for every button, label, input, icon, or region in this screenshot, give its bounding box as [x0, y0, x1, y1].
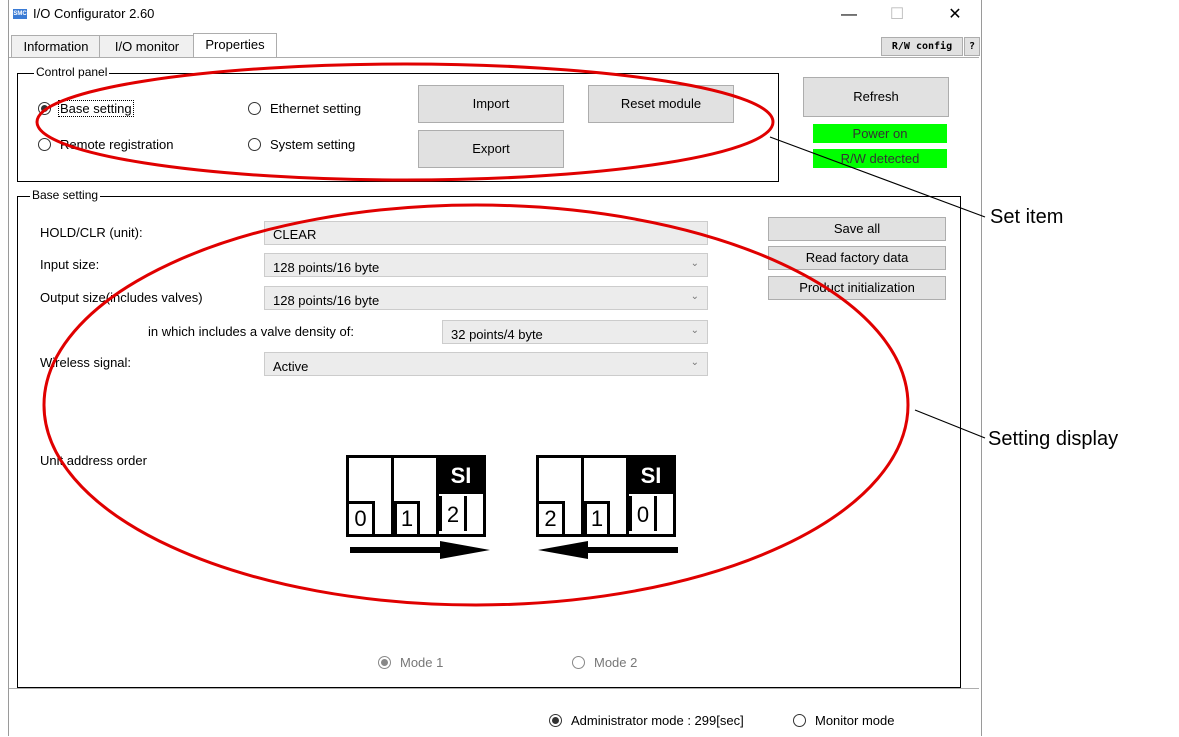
chevron-down-icon: ⌄	[690, 258, 699, 269]
maximize-button[interactable]: ☐	[883, 4, 911, 26]
refresh-button[interactable]: Refresh	[803, 77, 949, 117]
monitor-mode-radio-icon	[793, 714, 806, 727]
radio-base-setting[interactable]: Base setting	[38, 100, 178, 117]
reset-module-button[interactable]: Reset module	[588, 85, 734, 123]
chevron-down-icon: ⌄	[690, 325, 699, 336]
hold-clr-select[interactable]: CLEAR ⌄	[264, 221, 708, 245]
hold-clr-value: CLEAR	[273, 227, 317, 242]
mode1-radio-icon	[378, 656, 391, 669]
export-button[interactable]: Export	[418, 130, 564, 168]
mode2-unit-0: 0	[629, 496, 657, 531]
help-button[interactable]: ?	[964, 37, 980, 56]
save-all-button[interactable]: Save all	[768, 217, 946, 241]
close-button[interactable]: ✕	[941, 4, 969, 26]
chevron-down-icon: ⌄	[690, 226, 699, 237]
ethernet-setting-label: Ethernet setting	[270, 101, 362, 116]
radio-ethernet-setting[interactable]: Ethernet setting	[248, 100, 398, 116]
remote-registration-label: Remote registration	[60, 137, 174, 152]
app-window: SMC I/O Configurator 2.60 — ☐ ✕ Informat…	[8, 0, 982, 737]
radio-system-setting[interactable]: System setting	[248, 136, 388, 152]
power-status-badge: Power on	[813, 124, 947, 143]
control-panel-group: Control panel Base setting Ethernet sett…	[17, 65, 779, 182]
base-setting-radio-icon	[38, 102, 51, 115]
admin-mode-radio-icon	[549, 714, 562, 727]
mode1-si-label: SI	[439, 458, 483, 494]
chevron-down-icon: ⌄	[690, 291, 699, 302]
system-setting-label: System setting	[270, 137, 356, 152]
monitor-mode-label: Monitor mode	[815, 713, 895, 728]
unit-address-order-label: Unit address order	[40, 453, 147, 468]
control-panel-title: Control panel	[34, 65, 110, 79]
valve-density-label: in which includes a valve density of:	[148, 324, 354, 339]
mode2-unit-diagram: SI 2 1 0	[536, 455, 676, 537]
output-size-value: 128 points/16 byte	[273, 293, 380, 308]
mode2-label: Mode 2	[594, 655, 638, 670]
admin-mode-label: Administrator mode : 299[sec]	[571, 713, 744, 728]
radio-monitor-mode[interactable]: Monitor mode	[793, 713, 933, 729]
radio-administrator-mode[interactable]: Administrator mode : 299[sec]	[549, 713, 779, 729]
product-initialization-button[interactable]: Product initialization	[768, 276, 946, 300]
mode1-unit-2: 2	[439, 496, 467, 531]
base-setting-group: Base setting HOLD/CLR (unit): CLEAR ⌄ In…	[17, 188, 961, 688]
chevron-down-icon: ⌄	[690, 357, 699, 368]
mode2-radio-icon	[572, 656, 585, 669]
app-logo-icon: SMC	[13, 9, 27, 19]
remote-registration-radio-icon	[38, 138, 51, 151]
input-size-label: Input size:	[40, 257, 100, 272]
mode2-unit-2: 2	[539, 501, 565, 534]
hold-clr-label: HOLD/CLR (unit):	[40, 225, 143, 240]
set-item-annotation: Set item	[990, 206, 1064, 228]
valve-density-value: 32 points/4 byte	[451, 327, 543, 342]
mode2-si-label: SI	[629, 458, 673, 494]
ethernet-setting-radio-icon	[248, 102, 261, 115]
base-setting-title: Base setting	[30, 188, 101, 202]
mode1-unit-1: 1	[394, 501, 420, 534]
arrow-left-icon	[538, 541, 678, 559]
import-button[interactable]: Import	[418, 85, 564, 123]
mode2-unit-1: 1	[584, 501, 610, 534]
mode1-unit-0: 0	[349, 501, 375, 534]
input-size-value: 128 points/16 byte	[273, 260, 380, 275]
output-size-select[interactable]: 128 points/16 byte ⌄	[264, 286, 708, 310]
radio-mode-1[interactable]: Mode 1	[378, 654, 478, 670]
wireless-signal-select[interactable]: Active ⌄	[264, 352, 708, 376]
wireless-signal-label: Wireless signal:	[40, 355, 132, 370]
output-size-label: Output size(includes valves)	[40, 290, 203, 305]
status-bar: Administrator mode : 299[sec] Monitor mo…	[9, 688, 979, 737]
tab-io-monitor[interactable]: I/O monitor	[99, 35, 195, 58]
setting-display-annotation: Setting display	[988, 428, 1119, 450]
mode1-unit-diagram: SI 0 1 2	[346, 455, 486, 537]
tab-properties[interactable]: Properties	[193, 33, 277, 59]
valve-density-select[interactable]: 32 points/4 byte ⌄	[442, 320, 708, 344]
arrow-right-icon	[350, 541, 490, 559]
read-factory-data-button[interactable]: Read factory data	[768, 246, 946, 270]
radio-mode-2[interactable]: Mode 2	[572, 654, 672, 670]
minimize-button[interactable]: —	[835, 4, 863, 26]
input-size-select[interactable]: 128 points/16 byte ⌄	[264, 253, 708, 277]
wireless-signal-value: Active	[273, 359, 309, 374]
system-setting-radio-icon	[248, 138, 261, 151]
window-title: I/O Configurator 2.60	[33, 6, 155, 21]
tab-information[interactable]: Information	[11, 35, 101, 58]
mode1-label: Mode 1	[400, 655, 444, 670]
rw-config-button[interactable]: R/W config	[881, 37, 963, 56]
title-bar: SMC I/O Configurator 2.60 — ☐ ✕	[9, 0, 981, 30]
base-setting-label: Base setting	[58, 100, 134, 117]
radio-remote-registration[interactable]: Remote registration	[38, 136, 208, 152]
rw-status-badge: R/W detected	[813, 149, 947, 168]
properties-panel: Control panel Base setting Ethernet sett…	[9, 57, 979, 688]
